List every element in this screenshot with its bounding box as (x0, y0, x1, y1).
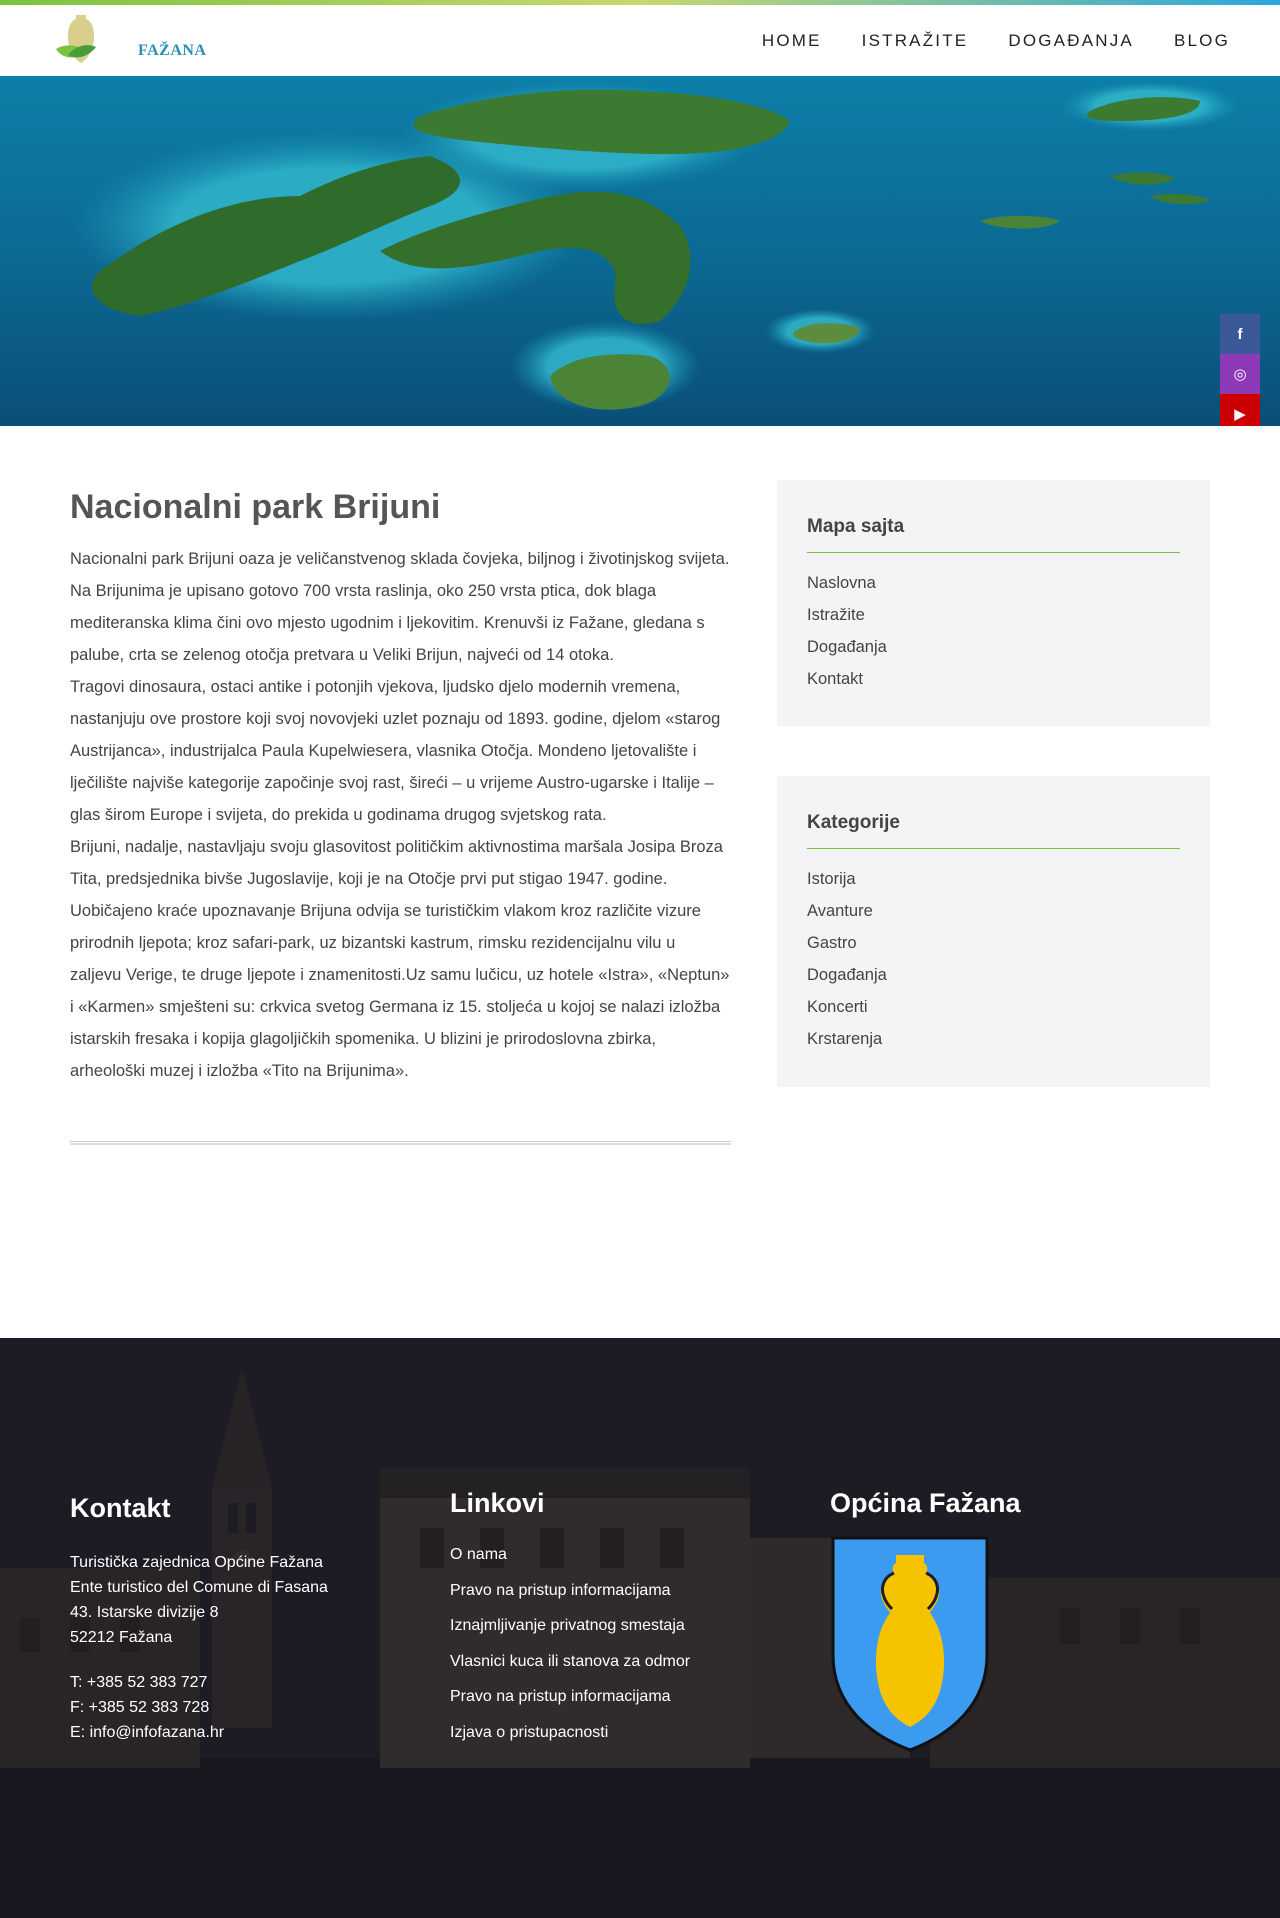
hero-islands-illustration (0, 76, 1280, 426)
categories-widget: Kategorije Istorija Avanture Gastro Doga… (777, 776, 1210, 1087)
site-logo[interactable]: FAŽANA (52, 9, 206, 71)
nav-explore[interactable]: ISTRAŽITE (862, 31, 969, 51)
article-paragraph: Nacionalni park Brijuni oaza je veličans… (70, 550, 730, 664)
sitemap-link[interactable]: Događanja (807, 631, 1180, 663)
social-links: f ◎ ▶ (1220, 314, 1260, 426)
footer-contact-title: Kontakt (70, 1493, 171, 1523)
site-header: FAŽANA HOME ISTRAŽITE DOGAĐANJA BLOG (0, 5, 1280, 76)
instagram-icon[interactable]: ◎ (1220, 354, 1260, 394)
category-link[interactable]: Događanja (807, 959, 1180, 991)
nav-blog[interactable]: BLOG (1174, 31, 1230, 51)
contact-email[interactable]: E: info@infofazana.hr (70, 1720, 390, 1745)
youtube-icon[interactable]: ▶ (1220, 394, 1260, 426)
article-paragraph: Uobičajeno kraće upoznavanje Brijuna odv… (70, 902, 730, 1080)
sitemap-widget: Mapa sajta Naslovna Istražite Događanja … (777, 480, 1210, 726)
footer-link[interactable]: Pravo na pristup informacijama (450, 1679, 770, 1715)
sitemap-link[interactable]: Kontakt (807, 663, 1180, 695)
footer-link[interactable]: Iznajmljivanje privatnog smestaja (450, 1608, 770, 1644)
footer-contact: Kontakt Turistička zajednica Općine Faža… (70, 1493, 390, 1745)
footer-links: Linkovi O nama Pravo na pristup informac… (450, 1488, 770, 1750)
footer-link[interactable]: Vlasnici kuca ili stanova za odmor (450, 1644, 770, 1680)
nav-home[interactable]: HOME (762, 31, 822, 51)
sitemap-title: Mapa sajta (807, 516, 1180, 553)
footer-municipality: Općina Fažana (830, 1488, 1150, 1758)
article-divider (70, 1141, 731, 1145)
footer-links-title: Linkovi (450, 1488, 545, 1518)
category-link[interactable]: Istorija (807, 863, 1180, 895)
article-paragraph: Brijuni, nadalje, nastavljaju svoju glas… (70, 838, 723, 888)
article-title: Nacionalni park Brijuni (70, 488, 441, 526)
sitemap-link[interactable]: Istražite (807, 599, 1180, 631)
category-link[interactable]: Gastro (807, 927, 1180, 959)
category-link[interactable]: Krstarenja (807, 1023, 1180, 1055)
municipality-coat-of-arms-icon (831, 1536, 989, 1752)
contact-line: Ente turistico del Comune di Fasana (70, 1579, 328, 1596)
contact-fax: F: +385 52 383 728 (70, 1699, 210, 1716)
footer-link[interactable]: Izjava o pristupacnosti (450, 1715, 770, 1751)
contact-line: Turistička zajednica Općine Fažana (70, 1554, 323, 1571)
footer-municipality-title: Općina Fažana (830, 1488, 1021, 1518)
amphora-logo-icon (56, 15, 96, 63)
article: Nacionalni park Brijuni Nacionalni park … (70, 488, 731, 1145)
facebook-icon[interactable]: f (1220, 314, 1260, 354)
footer-link[interactable]: O nama (450, 1537, 770, 1573)
contact-phone[interactable]: T: +385 52 383 727 (70, 1670, 390, 1695)
site-footer: Kontakt Turistička zajednica Općine Faža… (0, 1338, 1280, 1918)
category-link[interactable]: Avanture (807, 895, 1180, 927)
hero-image-brijuni-islands: f ◎ ▶ (0, 76, 1280, 426)
logo-text: FAŽANA (138, 42, 207, 59)
footer-link[interactable]: Pravo na pristup informacijama (450, 1573, 770, 1609)
contact-line: 43. Istarske divizije 8 (70, 1604, 219, 1621)
nav-events[interactable]: DOGAĐANJA (1008, 31, 1134, 51)
category-link[interactable]: Koncerti (807, 991, 1180, 1023)
categories-title: Kategorije (807, 812, 1180, 849)
contact-line: 52212 Fažana (70, 1629, 173, 1646)
main-nav: HOME ISTRAŽITE DOGAĐANJA BLOG (762, 31, 1230, 51)
article-paragraph: Tragovi dinosaura, ostaci antike i poton… (70, 678, 721, 824)
sitemap-link[interactable]: Naslovna (807, 567, 1180, 599)
